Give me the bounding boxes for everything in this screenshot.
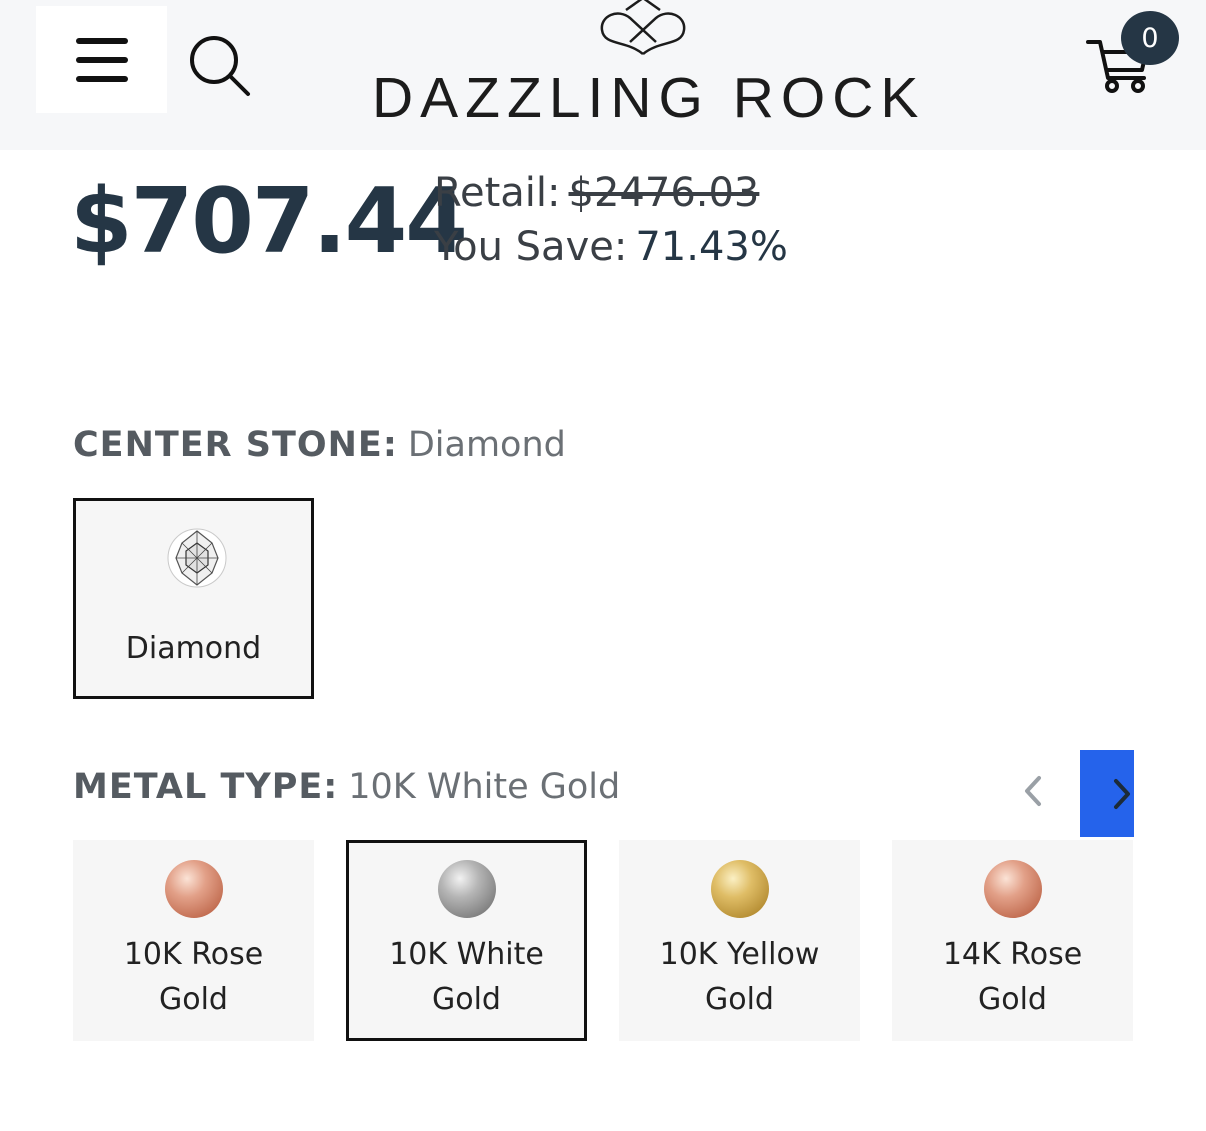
metal-option-14k-rose-gold[interactable]: 14K Rose Gold [892,840,1133,1041]
logo-text: DAZZLING ROCK [372,66,926,130]
carousel-prev-button[interactable] [1010,766,1056,816]
metal-option-10k-white-gold[interactable]: 10K White Gold [346,840,587,1041]
option-label: Diamond [125,631,262,666]
menu-button[interactable] [36,6,167,113]
search-icon [190,36,250,96]
carousel-next-button[interactable] [1080,750,1134,837]
hamburger-icon [75,37,128,82]
savings-label: You Save: [434,224,628,270]
chevron-right-icon [1114,778,1130,809]
sale-price: $707.44 [70,169,468,274]
option-label: 14K Rose Gold [942,937,1083,1017]
site-logo[interactable]: DAZZLING ROCK [372,0,926,130]
yellow-gold-swatch-icon [711,860,769,918]
search-button[interactable] [186,32,252,98]
diamond-icon [167,528,227,588]
chevron-left-icon [1025,776,1041,806]
center-stone-label: CENTER STONE: [73,425,398,465]
savings-value: 71.43% [635,224,788,270]
metal-type-heading: METAL TYPE: 10K White Gold [73,767,620,807]
retail-price-line: Retail: $2476.03 [434,170,759,216]
option-label: 10K Yellow Gold [659,937,820,1017]
metal-type-label: METAL TYPE: [73,767,339,807]
logo-mark-icon [600,0,686,55]
metal-option-10k-yellow-gold[interactable]: 10K Yellow Gold [619,840,860,1041]
cart-count-badge: 0 [1121,11,1179,65]
center-stone-heading: CENTER STONE: Diamond [73,425,566,465]
rose-gold-swatch-icon [984,860,1042,918]
option-label: 10K Rose Gold [123,937,264,1017]
site-header: DAZZLING ROCK 0 [0,0,1206,150]
metal-option-10k-rose-gold[interactable]: 10K Rose Gold [73,840,314,1041]
white-gold-swatch-icon [438,860,496,918]
retail-label: Retail: [434,170,561,216]
option-label: 10K White Gold [389,937,544,1017]
savings-line: You Save: 71.43% [434,224,788,270]
retail-value: $2476.03 [568,170,760,216]
center-stone-option-diamond[interactable]: Diamond [73,498,314,699]
metal-type-selected: 10K White Gold [348,767,621,807]
center-stone-selected: Diamond [407,425,566,465]
rose-gold-swatch-icon [165,860,223,918]
